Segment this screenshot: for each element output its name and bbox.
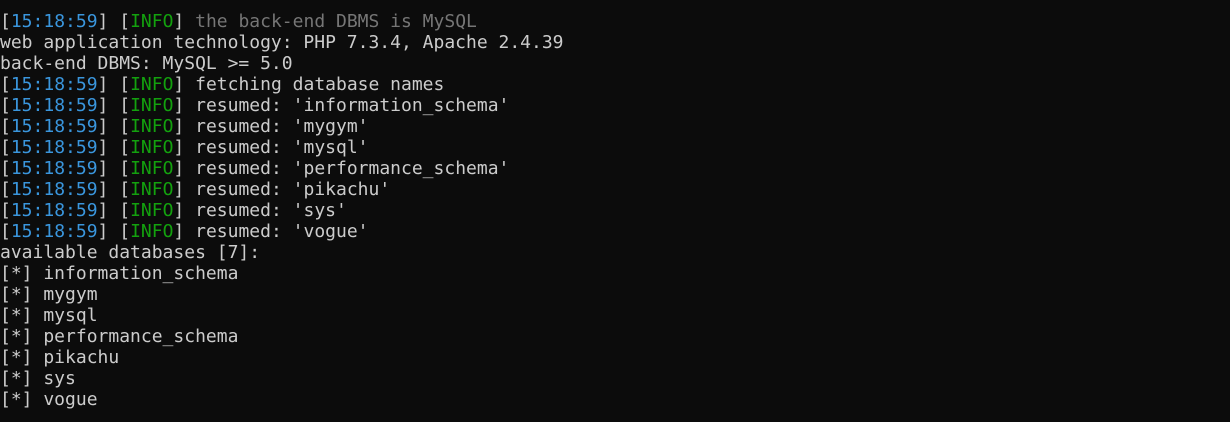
bracket: ] [ xyxy=(97,116,131,137)
log-line: [15:18:59] [INFO] resumed: 'mygym' xyxy=(0,116,564,137)
log-message: resumed: 'performance_schema' xyxy=(195,158,510,179)
log-line: [15:18:59] [INFO] resumed: 'pikachu' xyxy=(0,179,564,200)
bracket: [ xyxy=(0,200,11,221)
log-level: INFO xyxy=(130,74,174,95)
output-line: back-end DBMS: MySQL >= 5.0 xyxy=(0,53,564,74)
log-level: INFO xyxy=(130,95,174,116)
log-line: [15:18:59] [INFO] fetching database name… xyxy=(0,74,564,95)
output-text: back-end DBMS: MySQL >= 5.0 xyxy=(0,53,293,74)
output-text: available databases [7]: xyxy=(0,242,261,263)
bracket: [ xyxy=(0,116,11,137)
log-message: the back-end DBMS is MySQL xyxy=(195,11,477,32)
output-text: web application technology: PHP 7.3.4, A… xyxy=(0,32,564,53)
log-message: resumed: 'sys' xyxy=(195,200,347,221)
bracket: ] xyxy=(173,158,196,179)
timestamp: 15:18:59 xyxy=(10,74,98,95)
terminal-output: [15:18:59] [INFO] the back-end DBMS is M… xyxy=(0,11,564,410)
output-line: [*] mysql xyxy=(0,305,564,326)
bracket: [ xyxy=(0,179,11,200)
output-line: available databases [7]: xyxy=(0,242,564,263)
output-text: [*] sys xyxy=(0,368,76,389)
bracket: ] xyxy=(173,137,196,158)
bracket: ] [ xyxy=(97,137,131,158)
log-level: INFO xyxy=(130,137,174,158)
log-line: [15:18:59] [INFO] resumed: 'performance_… xyxy=(0,158,564,179)
timestamp: 15:18:59 xyxy=(10,95,98,116)
bracket: ] [ xyxy=(97,74,131,95)
output-text: [*] mysql xyxy=(0,305,98,326)
terminal-window[interactable]: [15:18:59] [INFO] the back-end DBMS is M… xyxy=(0,0,1230,422)
log-message: resumed: 'pikachu' xyxy=(195,179,391,200)
output-text: [*] pikachu xyxy=(0,347,120,368)
log-line: [15:18:59] [INFO] resumed: 'sys' xyxy=(0,200,564,221)
log-line: [15:18:59] [INFO] resumed: 'information_… xyxy=(0,95,564,116)
output-text: [*] performance_schema xyxy=(0,326,239,347)
bracket: ] xyxy=(173,74,196,95)
output-text: [*] vogue xyxy=(0,389,98,410)
output-text: [*] mygym xyxy=(0,284,98,305)
timestamp: 15:18:59 xyxy=(10,179,98,200)
timestamp: 15:18:59 xyxy=(10,137,98,158)
log-level: INFO xyxy=(130,11,174,32)
bracket: ] [ xyxy=(97,179,131,200)
bracket: [ xyxy=(0,221,11,242)
log-line: [15:18:59] [INFO] resumed: 'vogue' xyxy=(0,221,564,242)
bracket: ] xyxy=(173,221,196,242)
bracket: ] [ xyxy=(97,11,131,32)
log-message: resumed: 'information_schema' xyxy=(195,95,510,116)
truncated-previous-line xyxy=(2,0,32,3)
output-text: [*] information_schema xyxy=(0,263,239,284)
log-message: resumed: 'mygym' xyxy=(195,116,369,137)
output-line: [*] mygym xyxy=(0,284,564,305)
output-line: [*] pikachu xyxy=(0,347,564,368)
bracket: [ xyxy=(0,137,11,158)
bracket: ] xyxy=(173,95,196,116)
log-level: INFO xyxy=(130,200,174,221)
log-message: resumed: 'mysql' xyxy=(195,137,369,158)
output-line: [*] information_schema xyxy=(0,263,564,284)
bracket: [ xyxy=(0,95,11,116)
output-line: [*] vogue xyxy=(0,389,564,410)
bracket: ] [ xyxy=(97,221,131,242)
log-line: [15:18:59] [INFO] resumed: 'mysql' xyxy=(0,137,564,158)
bracket: [ xyxy=(0,11,11,32)
timestamp: 15:18:59 xyxy=(10,221,98,242)
output-line: [*] performance_schema xyxy=(0,326,564,347)
timestamp: 15:18:59 xyxy=(10,11,98,32)
bracket: ] xyxy=(173,11,196,32)
timestamp: 15:18:59 xyxy=(10,200,98,221)
bracket: ] xyxy=(173,200,196,221)
timestamp: 15:18:59 xyxy=(10,116,98,137)
log-message: resumed: 'vogue' xyxy=(195,221,369,242)
output-line: web application technology: PHP 7.3.4, A… xyxy=(0,32,564,53)
bracket: ] [ xyxy=(97,95,131,116)
output-line: [*] sys xyxy=(0,368,564,389)
log-level: INFO xyxy=(130,158,174,179)
log-level: INFO xyxy=(130,221,174,242)
bracket: ] xyxy=(173,179,196,200)
log-message: fetching database names xyxy=(195,74,445,95)
log-level: INFO xyxy=(130,179,174,200)
log-level: INFO xyxy=(130,116,174,137)
bracket: ] [ xyxy=(97,158,131,179)
bracket: [ xyxy=(0,158,11,179)
bracket: ] xyxy=(173,116,196,137)
bracket: ] [ xyxy=(97,200,131,221)
log-line: [15:18:59] [INFO] the back-end DBMS is M… xyxy=(0,11,564,32)
bracket: [ xyxy=(0,74,11,95)
timestamp: 15:18:59 xyxy=(10,158,98,179)
